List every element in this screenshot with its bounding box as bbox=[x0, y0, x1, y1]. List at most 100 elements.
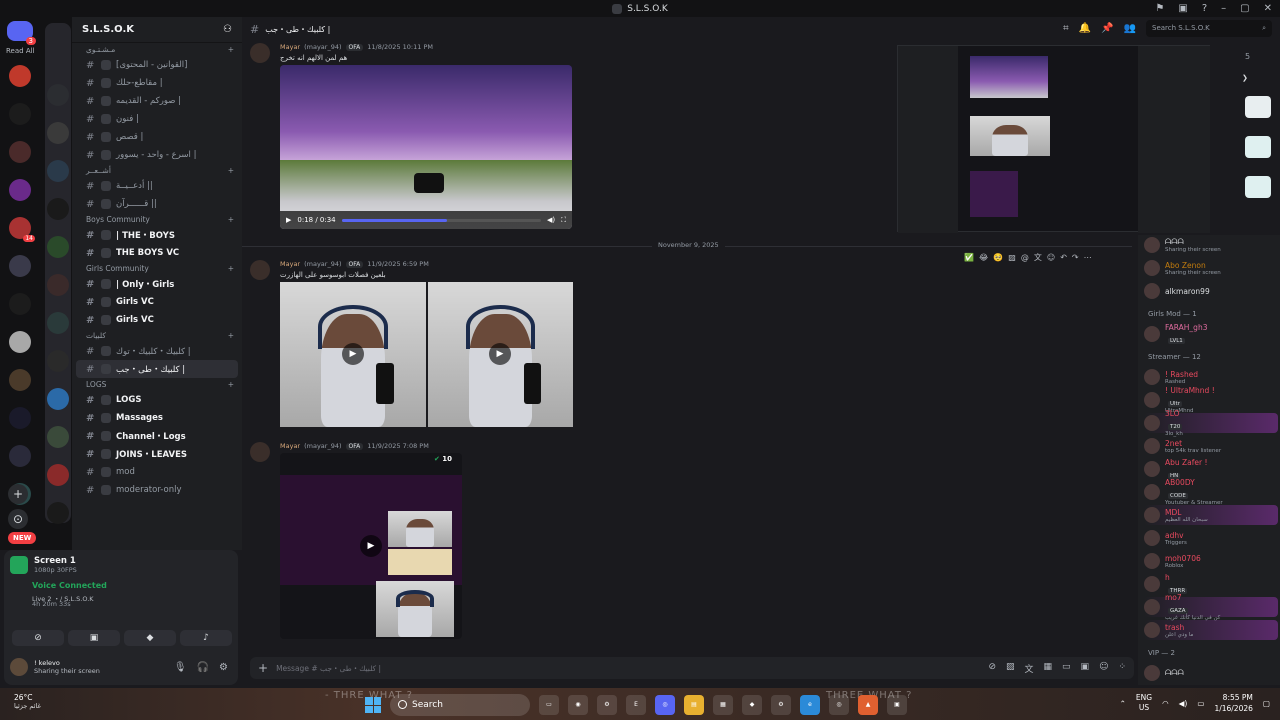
app-icon[interactable]: ⚙ bbox=[597, 695, 617, 715]
settings-icon[interactable]: ⚙ bbox=[771, 695, 791, 715]
app-icon[interactable]: ▲ bbox=[858, 695, 878, 715]
channel-item[interactable]: # فنون | bbox=[72, 110, 242, 128]
member-item[interactable]: Abo Zenon Sharing their screen bbox=[1144, 258, 1278, 278]
play-icon[interactable]: ▶ bbox=[286, 216, 291, 224]
member-item[interactable]: Abu Zafer ! HN bbox=[1144, 458, 1278, 479]
server-icon[interactable] bbox=[47, 160, 69, 182]
read-all-label[interactable]: Read All bbox=[6, 47, 35, 55]
sticker-icon[interactable]: ▨ bbox=[1006, 662, 1015, 675]
weather-widget[interactable]: 26°C غائم جزئيا bbox=[14, 693, 41, 710]
camera-off-button[interactable]: ⊘ bbox=[12, 630, 64, 646]
screen-share-preview[interactable] bbox=[897, 45, 1210, 233]
server-icon[interactable]: 14 bbox=[9, 217, 35, 242]
sticker2-icon[interactable]: ▣ bbox=[1081, 662, 1090, 675]
avatar[interactable] bbox=[250, 260, 270, 280]
image-icon[interactable]: ▨ bbox=[1008, 253, 1016, 262]
member-item[interactable]: 3LO T20 3lo_kh bbox=[1144, 409, 1278, 437]
reply-icon[interactable]: ↶ bbox=[1060, 253, 1067, 262]
mic-icon[interactable]: 🎙 bbox=[174, 662, 187, 673]
author-name[interactable]: Mayar bbox=[280, 442, 300, 450]
server-icon[interactable] bbox=[9, 65, 31, 87]
server-icon[interactable] bbox=[9, 141, 31, 163]
channel-item[interactable]: # قصص | bbox=[72, 128, 242, 146]
video-attachment[interactable]: ▶ ✔ 10 bbox=[280, 453, 462, 639]
epic-icon[interactable]: E bbox=[626, 695, 646, 715]
channel-item[interactable]: # moderator-only bbox=[72, 481, 242, 499]
channel-item[interactable]: # Massages bbox=[72, 409, 242, 427]
invite-icon[interactable]: ⚇ bbox=[223, 24, 232, 35]
server-icon[interactable] bbox=[9, 407, 31, 429]
close-button[interactable]: ✕ bbox=[1264, 3, 1272, 14]
inbox-icon[interactable]: ▣ bbox=[1178, 3, 1187, 14]
flag-icon[interactable]: ⚑ bbox=[1155, 3, 1164, 14]
server-icon[interactable] bbox=[47, 502, 69, 524]
screen-share-row[interactable]: Screen 1 1080p 30FPS bbox=[10, 556, 77, 574]
channel-item[interactable]: # اسرع - واحد - يسوور | bbox=[72, 146, 242, 164]
task-view-icon[interactable]: ▭ bbox=[539, 695, 559, 715]
check-reaction-icon[interactable]: ✅ bbox=[964, 253, 974, 262]
translate-icon[interactable]: 文 bbox=[1034, 252, 1042, 263]
windows-start-icon[interactable] bbox=[365, 697, 381, 713]
search-input[interactable]: Search S.L.S.O.K ⌕ bbox=[1146, 20, 1272, 37]
member-item[interactable]: ! Rashed Rashed bbox=[1144, 367, 1278, 387]
server-icon[interactable] bbox=[47, 236, 69, 258]
clock[interactable]: 8:55 PM 1/16/2026 bbox=[1214, 692, 1252, 714]
volume-icon[interactable]: ◀) bbox=[547, 216, 555, 224]
chrome-icon[interactable]: ◎ bbox=[829, 695, 849, 715]
more-icon[interactable]: ⋯ bbox=[1084, 253, 1092, 262]
avatar[interactable] bbox=[250, 442, 270, 462]
member-item[interactable]: trash ما ودي اعلن bbox=[1144, 620, 1278, 640]
activity-button[interactable]: ◆ bbox=[124, 630, 176, 646]
server-icon[interactable] bbox=[47, 388, 69, 410]
server-icon[interactable] bbox=[47, 426, 69, 448]
video-progress-bar[interactable] bbox=[341, 218, 541, 222]
forward-icon[interactable]: ↷ bbox=[1072, 253, 1079, 262]
member-item[interactable]: h THRR bbox=[1144, 573, 1278, 594]
server-icon[interactable] bbox=[9, 255, 31, 277]
discord-taskbar-icon[interactable]: ◎ bbox=[655, 695, 675, 715]
file-explorer-icon[interactable]: ▦ bbox=[713, 695, 733, 715]
members-icon[interactable]: 👥 bbox=[1124, 23, 1136, 34]
member-item[interactable]: 2net top 54k trav listener bbox=[1144, 436, 1278, 456]
member-item[interactable]: mo7 GAZA كن في الدنيا كأنك غريب bbox=[1144, 593, 1278, 621]
channel-item[interactable]: # JOINS・LEAVES bbox=[72, 445, 242, 463]
video-attachment[interactable]: ▶ 0:18 / 0:34 ◀) ⛶ bbox=[280, 65, 572, 229]
gift-icon[interactable]: ⊘ bbox=[988, 662, 996, 675]
category-header[interactable]: مـشـتـوى + bbox=[72, 43, 242, 56]
server-icon[interactable] bbox=[9, 445, 31, 467]
translate-icon[interactable]: 文 bbox=[1025, 662, 1034, 675]
gif-icon[interactable]: ▭ bbox=[1062, 662, 1071, 675]
member-item[interactable]: ᗩᗩᗩ Sharing their screen bbox=[1144, 235, 1278, 255]
member-item[interactable]: ! UltraMhnd ! Ultr UltraMhnd bbox=[1144, 386, 1278, 414]
chevron-up-icon[interactable]: ⌃ bbox=[1120, 699, 1126, 708]
channel-item[interactable]: # | THE・BOYS bbox=[72, 226, 242, 244]
composer-placeholder[interactable]: Message # كلبيك・طى・جب | bbox=[276, 663, 381, 674]
fullscreen-icon[interactable]: ⛶ bbox=[561, 216, 566, 225]
member-item[interactable]: adhv Triggers bbox=[1144, 528, 1278, 548]
app-icon[interactable] bbox=[1245, 96, 1271, 118]
channel-item[interactable]: # أدعــيــة || bbox=[72, 177, 242, 195]
add-channel-icon[interactable]: + bbox=[228, 215, 234, 224]
play-icon[interactable]: ▶ bbox=[342, 343, 364, 365]
discover-button[interactable]: ⊙ bbox=[8, 509, 28, 529]
add-channel-icon[interactable]: + bbox=[228, 331, 234, 340]
bell-icon[interactable]: 🔔 bbox=[1079, 23, 1091, 34]
channel-item[interactable]: # LOGS bbox=[72, 391, 242, 409]
server-icon[interactable] bbox=[9, 331, 31, 353]
member-item[interactable]: alkmaron99 bbox=[1144, 281, 1278, 301]
maximize-button[interactable]: ▢ bbox=[1240, 3, 1249, 14]
video-attachment[interactable]: ▶ bbox=[428, 282, 573, 427]
category-header[interactable]: Girls Community + bbox=[72, 262, 242, 275]
home-button[interactable]: 3 Read All bbox=[6, 21, 36, 55]
user-row[interactable]: ! kelevo Sharing their screen bbox=[10, 658, 100, 676]
channel-item[interactable]: # قــــــرآن || bbox=[72, 195, 242, 213]
channel-item[interactable]: # Girls VC bbox=[72, 311, 242, 329]
add-channel-icon[interactable]: + bbox=[228, 166, 234, 175]
server-icon[interactable] bbox=[47, 464, 69, 486]
app-icon[interactable]: ▣ bbox=[887, 695, 907, 715]
channel-item[interactable]: # [القوانين - المحتوى] bbox=[72, 56, 242, 74]
message-composer[interactable]: + Message # كلبيك・طى・جب | ⊘ ▨ 文 ▦ ▭ ▣ ☺ … bbox=[250, 657, 1134, 679]
video-attachment[interactable]: ▶ bbox=[280, 282, 426, 427]
at-icon[interactable]: @ bbox=[1021, 253, 1029, 262]
apps-grid-icon[interactable]: ⁘ bbox=[1118, 662, 1126, 675]
